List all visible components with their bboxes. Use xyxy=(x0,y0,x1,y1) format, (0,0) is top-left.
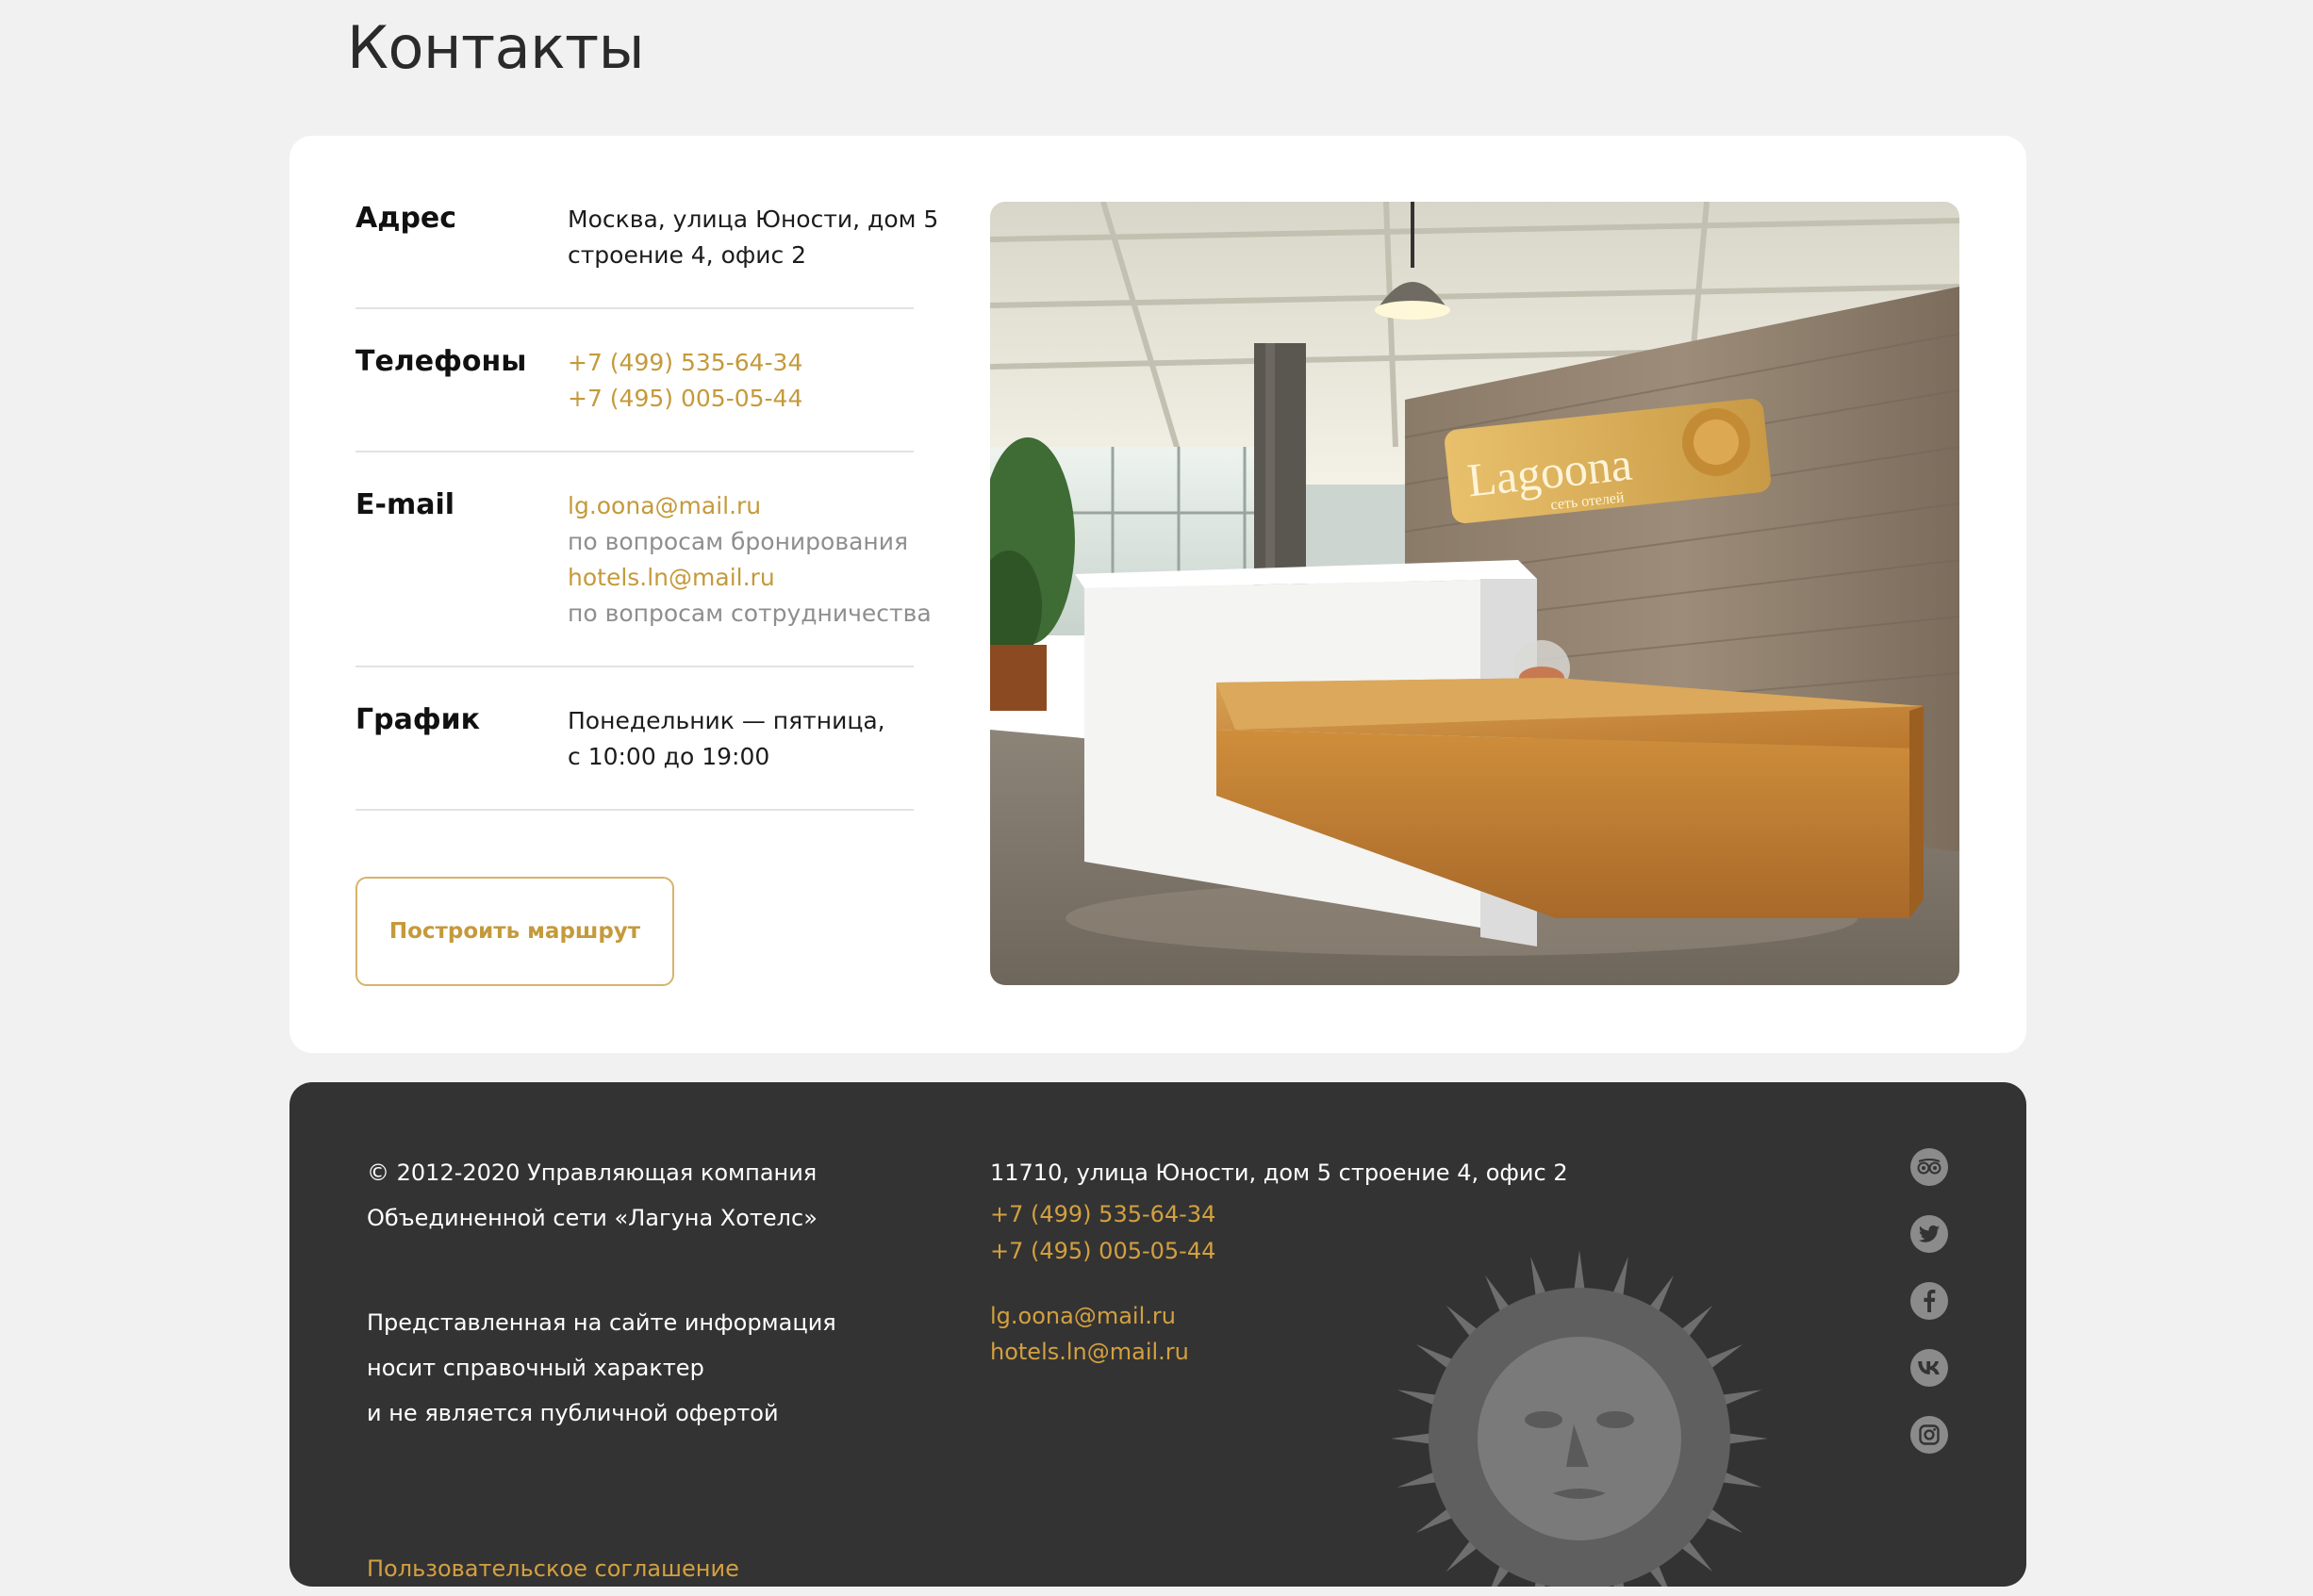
address-value: Москва, улица Юности, дом 5 строение 4, … xyxy=(568,202,939,273)
booking-email-note: по вопросам бронирования xyxy=(568,528,909,555)
phone-link-2[interactable]: +7 (495) 005-05-44 xyxy=(568,381,914,417)
booking-email-link[interactable]: lg.oona@mail.ru xyxy=(568,488,914,524)
page: Контакты Адрес Москва, улица Юности, дом… xyxy=(0,0,2313,1596)
social-links xyxy=(1910,1148,1948,1483)
office-reception-photo: Lagoona сеть отелей xyxy=(990,202,1959,985)
phones-value: +7 (499) 535-64-34 +7 (495) 005-05-44 xyxy=(568,345,914,417)
schedule-label: График xyxy=(355,703,480,736)
copyright-line-2: Объединенной сети «Лагуна Хотелс» xyxy=(367,1205,818,1231)
footer-phone-1[interactable]: +7 (499) 535-64-34 xyxy=(990,1197,1568,1232)
footer-address: 11710, улица Юности, дом 5 строение 4, о… xyxy=(990,1160,1568,1186)
site-footer: © 2012-2020 Управляющая компания Объедин… xyxy=(289,1082,2026,1587)
schedule-line-1: Понедельник — пятница, xyxy=(568,707,885,734)
tripadvisor-icon[interactable] xyxy=(1910,1148,1948,1186)
email-value: lg.oona@mail.ru по вопросам бронирования… xyxy=(568,488,932,632)
vk-icon[interactable] xyxy=(1910,1349,1948,1387)
schedule-value: Понедельник — пятница, с 10:00 до 19:00 xyxy=(568,703,914,775)
schedule-line-2: с 10:00 до 19:00 xyxy=(568,743,770,770)
address-row: Адрес Москва, улица Юности, дом 5 строен… xyxy=(355,202,939,309)
contacts-info: Адрес Москва, улица Юности, дом 5 строен… xyxy=(355,202,939,811)
build-route-button[interactable]: Построить маршрут xyxy=(355,877,674,986)
address-label: Адрес xyxy=(355,202,457,235)
address-line-2: строение 4, офис 2 xyxy=(568,241,807,269)
phones-label: Телефоны xyxy=(355,345,527,378)
partner-email-link[interactable]: hotels.ln@mail.ru xyxy=(568,560,914,596)
phone-link-1[interactable]: +7 (499) 535-64-34 xyxy=(568,345,914,381)
footer-disclaimer: Представленная на сайте информация носит… xyxy=(367,1300,895,1436)
user-agreement-link[interactable]: Пользовательское соглашение xyxy=(367,1550,739,1587)
disclaimer-line-3: и не является публичной офертой xyxy=(367,1400,779,1426)
footer-left-column: © 2012-2020 Управляющая компания Объедин… xyxy=(367,1150,895,1582)
address-line-1: Москва, улица Юности, дом 5 xyxy=(568,206,939,233)
twitter-icon[interactable] xyxy=(1910,1215,1948,1253)
email-label: E-mail xyxy=(355,488,455,521)
instagram-icon[interactable] xyxy=(1910,1416,1948,1454)
facebook-icon[interactable] xyxy=(1910,1282,1948,1320)
email-row: E-mail lg.oona@mail.ru по вопросам брони… xyxy=(355,452,932,667)
schedule-row: График Понедельник — пятница, с 10:00 до… xyxy=(355,667,914,811)
disclaimer-line-2: носит справочный характер xyxy=(367,1355,704,1381)
contacts-card: Адрес Москва, улица Юности, дом 5 строен… xyxy=(289,136,2026,1053)
page-title: Контакты xyxy=(347,13,645,82)
partner-email-note: по вопросам сотрудничества xyxy=(568,600,932,627)
sun-logo-icon xyxy=(1391,1250,1768,1587)
footer-copyright: © 2012-2020 Управляющая компания Объедин… xyxy=(367,1150,895,1241)
phones-row: Телефоны +7 (499) 535-64-34 +7 (495) 005… xyxy=(355,309,914,452)
disclaimer-line-1: Представленная на сайте информация xyxy=(367,1309,836,1336)
copyright-line-1: © 2012-2020 Управляющая компания xyxy=(367,1160,818,1186)
